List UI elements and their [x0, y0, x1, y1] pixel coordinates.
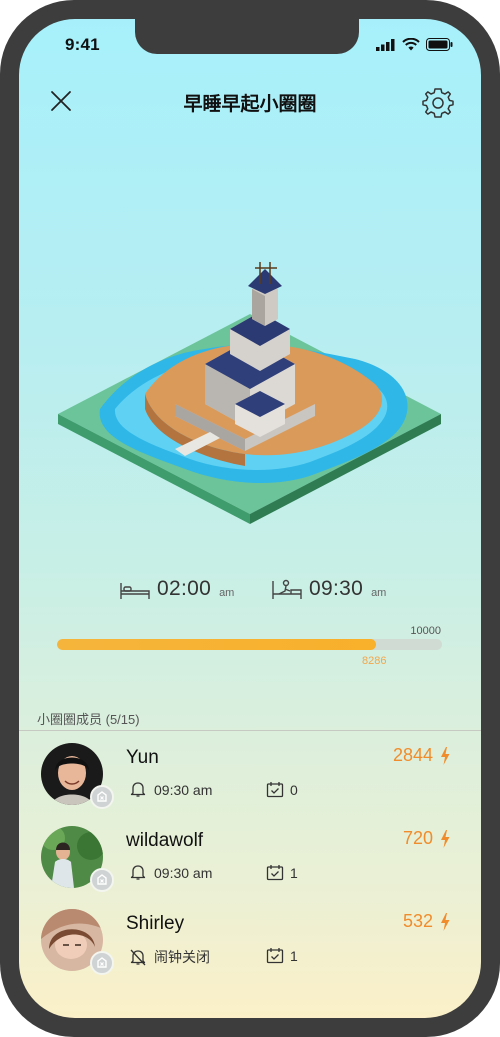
member-checkins: 1 — [266, 864, 298, 881]
member-checkins: 0 — [266, 781, 298, 798]
alarm-time: 09:30 am — [154, 781, 213, 798]
member-alarm: 09:30 am — [130, 781, 212, 798]
sleep-time-block: 02:00 am — [119, 577, 234, 601]
bed-icon — [120, 583, 150, 599]
checkin-count: 1 — [290, 864, 298, 881]
members-header: 小圈圈成员 (5/15) — [37, 712, 140, 727]
status-icons — [376, 38, 453, 51]
member-alarm: 闹钟关闭 — [130, 947, 210, 967]
lightning-icon — [441, 746, 450, 765]
member-row[interactable]: Yun 09:30 am 0 2844 — [19, 735, 481, 815]
wifi-icon — [402, 38, 420, 51]
wake-unit: am — [371, 587, 387, 599]
member-alarm: 09:30 am — [130, 864, 212, 881]
sleep-time: 02:00 — [157, 577, 212, 600]
calendar-check-icon — [266, 865, 284, 881]
signal-icon — [376, 38, 395, 51]
member-name: Yun — [126, 747, 159, 768]
calendar-check-icon — [266, 948, 284, 964]
member-row[interactable]: Shirley 闹钟关闭 1 532 — [19, 901, 481, 981]
member-name: wildawolf — [126, 830, 204, 851]
sleep-status-badge — [90, 951, 114, 975]
bell-icon — [130, 865, 146, 880]
phone-frame: 9:41 早睡早起小圈圈 02:00 am 09:30 am 10000 828… — [0, 0, 500, 1037]
checkin-count: 0 — [290, 781, 298, 798]
wake-time: 09:30 — [309, 577, 364, 600]
wake-time-block: 09:30 am — [271, 577, 386, 601]
progress-track — [57, 639, 442, 650]
member-row[interactable]: wildawolf 09:30 am 1 720 — [19, 818, 481, 898]
sleep-schedule: 02:00 am 09:30 am — [119, 577, 399, 607]
score-value: 532 — [402, 911, 433, 931]
progress-goal: 10000 — [410, 625, 441, 637]
status-time: 9:41 — [65, 35, 100, 54]
device-notch — [135, 19, 359, 54]
sleep-status-badge — [90, 868, 114, 892]
member-score: 2844 — [393, 745, 451, 766]
app-screen: 9:41 早睡早起小圈圈 02:00 am 09:30 am 10000 828… — [19, 19, 481, 1018]
member-name: Shirley — [126, 913, 185, 934]
gear-icon[interactable] — [421, 86, 455, 120]
alarm-time: 09:30 am — [154, 864, 213, 881]
checkin-count: 1 — [290, 947, 298, 964]
progress-fill — [57, 639, 376, 650]
page-title: 早睡早起小圈圈 — [183, 94, 317, 115]
bell-off-icon — [130, 949, 146, 965]
sleep-status-badge — [90, 785, 114, 809]
sleep-unit: am — [219, 587, 235, 599]
lightning-icon — [441, 912, 450, 931]
alarm-time: 闹钟关闭 — [154, 949, 210, 965]
member-score: 720 — [403, 828, 451, 849]
island-illustration — [58, 262, 441, 524]
member-checkins: 1 — [266, 947, 298, 964]
score-value: 720 — [402, 828, 433, 848]
wake-up-icon — [272, 579, 302, 599]
nav-bar: 早睡早起小圈圈 — [19, 81, 481, 121]
member-score: 532 — [403, 911, 451, 932]
bell-icon — [130, 782, 146, 797]
score-value: 2844 — [392, 745, 433, 765]
battery-icon — [426, 38, 453, 51]
lightning-icon — [441, 829, 450, 848]
progress-current: 8286 — [362, 655, 387, 667]
divider — [19, 730, 481, 731]
calendar-check-icon — [266, 782, 284, 798]
